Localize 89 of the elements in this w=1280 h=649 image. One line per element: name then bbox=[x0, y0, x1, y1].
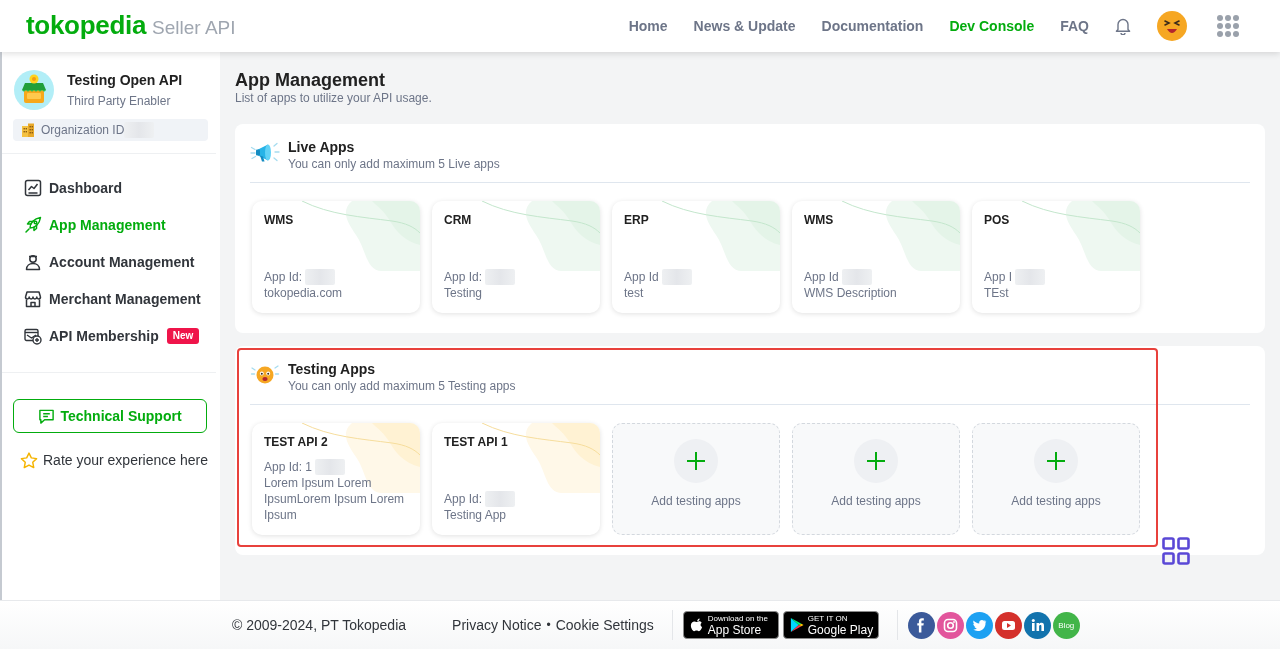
section-subtitle: You can only add maximum 5 Live apps bbox=[288, 156, 500, 172]
chart-icon bbox=[24, 178, 42, 197]
footer-link[interactable]: Cookie Settings bbox=[555, 617, 654, 633]
instagram-icon[interactable] bbox=[936, 611, 964, 639]
app-card[interactable]: WMS App Id WMS Description bbox=[792, 201, 960, 313]
app-description: tokopedia.com bbox=[264, 285, 343, 301]
youtube-icon[interactable] bbox=[994, 611, 1022, 639]
avatar-icon[interactable] bbox=[1157, 11, 1187, 41]
apple-icon bbox=[689, 617, 704, 633]
profile-role: Third Party Enabler bbox=[67, 93, 172, 109]
app-description: Lorem Ipsum Lorem IpsumLorem Ipsum Lorem Ipsum bbox=[264, 475, 406, 523]
copyright-text: © 2009-2024, PT Tokopedia bbox=[232, 617, 407, 633]
app-name: TEST API 1 bbox=[444, 434, 508, 450]
grid-icon[interactable] bbox=[1162, 537, 1190, 565]
app-card[interactable]: POS App I TEst bbox=[972, 201, 1140, 313]
redacted-block bbox=[305, 269, 336, 285]
link-separator: • bbox=[546, 618, 551, 632]
nav-link[interactable]: FAQ bbox=[1060, 16, 1089, 36]
app-card[interactable]: ERP App Id test bbox=[612, 201, 780, 313]
redacted-block bbox=[485, 491, 516, 507]
notification-bell-icon[interactable] bbox=[1115, 17, 1131, 35]
app-name: TEST API 2 bbox=[264, 434, 328, 450]
nav-link[interactable]: Home bbox=[628, 16, 668, 36]
store-icon bbox=[24, 289, 42, 308]
app-description: Testing bbox=[444, 285, 483, 301]
twitter-bird-icon[interactable] bbox=[965, 611, 993, 639]
page-subtitle: List of apps to utilize your API usage. bbox=[235, 90, 433, 106]
footer-link[interactable]: Privacy Notice bbox=[452, 617, 542, 633]
sidebar-item[interactable]: Account Management bbox=[2, 243, 220, 280]
app-description: TEst bbox=[984, 285, 1009, 301]
megaphone-icon bbox=[250, 141, 280, 163]
app-id-label: App Id: 1 bbox=[264, 459, 313, 475]
sidebar-item[interactable]: Merchant Management bbox=[2, 280, 220, 317]
face-icon bbox=[250, 363, 280, 385]
page-title: App Management bbox=[235, 70, 386, 90]
star-icon bbox=[20, 451, 38, 469]
app-description: WMS Description bbox=[804, 285, 897, 301]
plus-icon bbox=[1034, 439, 1078, 483]
app-name: POS bbox=[984, 212, 1010, 228]
nav-link[interactable]: News & Update bbox=[693, 16, 796, 36]
add-app-button[interactable]: Add testing apps bbox=[792, 423, 960, 535]
app-id-label: App Id: bbox=[444, 491, 483, 507]
section-title: Live Apps bbox=[288, 138, 355, 156]
app-id-label: App I bbox=[984, 269, 1013, 285]
app-name: ERP bbox=[624, 212, 649, 228]
store-avatar-icon bbox=[14, 70, 54, 110]
store-badge-button[interactable]: Download on the App Store bbox=[682, 611, 779, 639]
person-icon bbox=[24, 252, 42, 271]
organization-id-label: Organization ID bbox=[41, 122, 125, 138]
add-app-button[interactable]: Add testing apps bbox=[612, 423, 780, 535]
sidebar-item[interactable]: API Membership New bbox=[2, 317, 220, 354]
redacted-block bbox=[485, 269, 516, 285]
plus-icon bbox=[854, 439, 898, 483]
nav-link[interactable]: Documentation bbox=[821, 16, 924, 36]
app-card[interactable]: TEST API 2 App Id: 1 Lorem Ipsum Lorem IpsumLorem Ipsum Lorem Ipsum bbox=[252, 423, 420, 535]
linkedin-icon[interactable] bbox=[1023, 611, 1051, 639]
app-name: WMS bbox=[804, 212, 834, 228]
new-badge: New bbox=[166, 327, 200, 344]
plus-icon bbox=[674, 439, 718, 483]
app-card[interactable]: CRM App Id: Testing bbox=[432, 201, 600, 313]
app-name: WMS bbox=[264, 212, 294, 228]
redacted-block bbox=[661, 269, 692, 285]
store-badge-button[interactable]: GET IT ON Google Play bbox=[782, 611, 879, 639]
sidebar-item[interactable]: Dashboard bbox=[2, 169, 220, 206]
chat-icon bbox=[38, 407, 56, 425]
app-id-label: App Id: bbox=[264, 269, 303, 285]
redacted-block bbox=[841, 269, 872, 285]
product-name: Seller API bbox=[152, 15, 236, 40]
redacted-block bbox=[1015, 269, 1046, 285]
membership-card-icon bbox=[24, 326, 42, 345]
building-icon bbox=[21, 123, 35, 137]
play-store-icon bbox=[789, 617, 804, 633]
section-title: Testing Apps bbox=[288, 360, 376, 378]
facebook-icon[interactable] bbox=[907, 611, 935, 639]
app-id-label: App Id bbox=[624, 269, 659, 285]
add-app-button[interactable]: Add testing apps bbox=[972, 423, 1140, 535]
redacted-block bbox=[315, 459, 346, 475]
app-description: test bbox=[624, 285, 644, 301]
rate-experience-link[interactable]: Rate your experience here bbox=[20, 450, 208, 470]
app-card[interactable]: TEST API 1 App Id: Testing App bbox=[432, 423, 600, 535]
section-subtitle: You can only add maximum 5 Testing apps bbox=[288, 378, 516, 394]
app-card[interactable]: WMS App Id: tokopedia.com bbox=[252, 201, 420, 313]
app-id-label: App Id: bbox=[444, 269, 483, 285]
app-name: CRM bbox=[444, 212, 472, 228]
rocket-icon bbox=[24, 215, 42, 234]
apps-menu-icon[interactable] bbox=[1216, 14, 1240, 38]
app-id-label: App Id bbox=[804, 269, 839, 285]
profile-name: Testing Open API bbox=[67, 71, 183, 89]
app-description: Testing App bbox=[444, 507, 507, 523]
